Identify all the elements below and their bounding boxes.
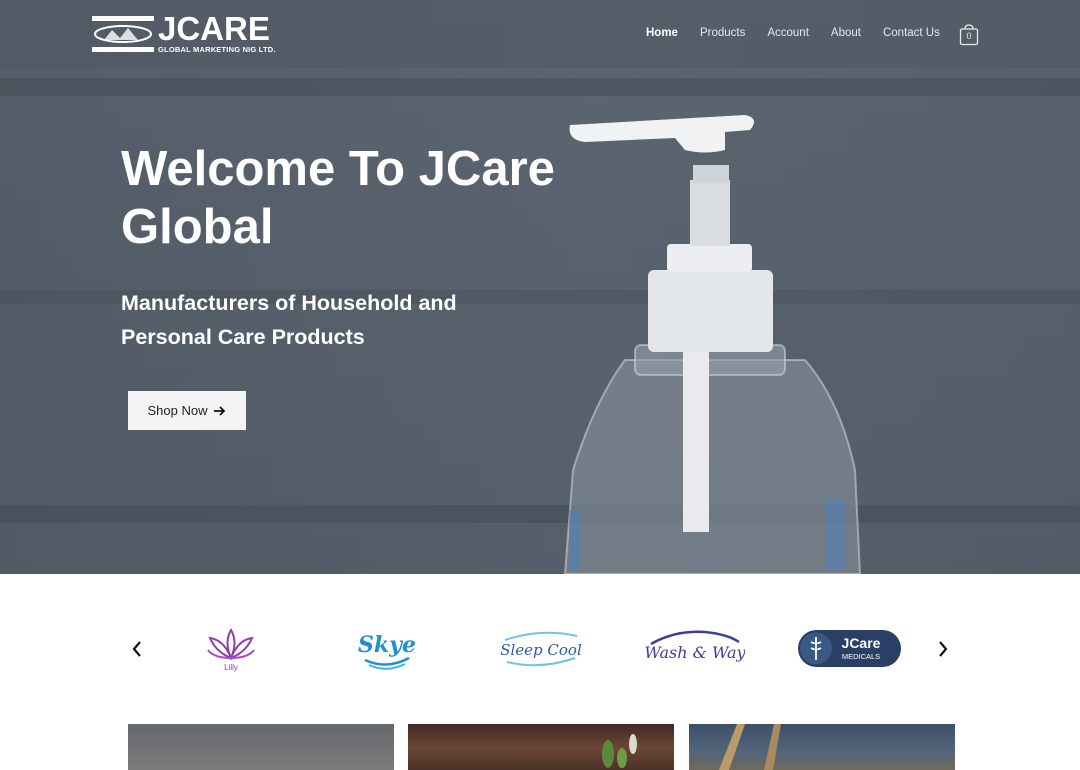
brand-name: Wash & Way	[645, 643, 745, 662]
brand-logo-skye[interactable]: Skye	[355, 624, 419, 674]
brand-name: Lilly	[224, 663, 238, 672]
product-card-image[interactable]	[689, 724, 955, 770]
plant-image	[602, 734, 637, 768]
brand-name: Skye	[358, 632, 416, 658]
brand-logo-sleep-cool[interactable]: Sleep Cool	[497, 624, 585, 674]
brand-sub: MEDICALS	[842, 652, 880, 661]
product-photo	[719, 724, 781, 770]
logo-emblem-icon	[92, 16, 154, 52]
nav-account[interactable]: Account	[767, 27, 809, 39]
logo-brand: JCARE	[158, 10, 270, 47]
pump-bottle-image	[563, 115, 862, 574]
product-card-image[interactable]	[128, 724, 394, 770]
site-header: JCARE GLOBAL MARKETING NIG LTD. Home Pro…	[0, 0, 1080, 68]
brand-carousel: Lilly Skye Sleep Cool Wash & Way JCare M…	[0, 574, 1080, 724]
site-logo[interactable]: JCARE GLOBAL MARKETING NIG LTD.	[92, 10, 282, 56]
sleep-cool-wordmark: Sleep Cool	[500, 631, 582, 667]
logo-tagline: GLOBAL MARKETING NIG LTD.	[158, 45, 276, 54]
lotus-icon: Lilly	[207, 628, 255, 672]
brand-logo-jcare-medicals[interactable]: JCare MEDICALS	[797, 624, 902, 674]
shop-now-button[interactable]: Shop Now	[128, 391, 246, 430]
brand-logo-lilly[interactable]: Lilly	[200, 624, 262, 674]
wash-way-wordmark: Wash & Way	[645, 630, 745, 662]
cart-button[interactable]: 0	[959, 24, 979, 46]
brand-logo-wash-way[interactable]: Wash & Way	[645, 624, 745, 674]
chevron-left-icon[interactable]	[131, 638, 143, 664]
arrow-right-icon	[214, 405, 226, 416]
cart-count: 0	[966, 31, 972, 41]
hero-section: JCARE GLOBAL MARKETING NIG LTD. Home Pro…	[0, 0, 1080, 574]
main-nav: Home Products Account About Contact Us	[646, 27, 962, 39]
hero-subtitle: Manufacturers of Household and Personal …	[121, 291, 457, 349]
nav-home[interactable]: Home	[646, 27, 678, 39]
nav-about[interactable]: About	[831, 27, 861, 39]
shop-now-label: Shop Now	[147, 403, 208, 418]
hero-title: Welcome To JCare Global	[121, 142, 555, 254]
brand-name: Sleep Cool	[500, 641, 582, 659]
skye-wordmark: Skye	[358, 632, 416, 670]
brand-name: JCare	[842, 635, 881, 651]
nav-products[interactable]: Products	[700, 27, 745, 39]
jcare-medicals-badge: JCare MEDICALS	[798, 630, 901, 667]
chevron-right-icon[interactable]	[937, 638, 949, 664]
product-card-image[interactable]	[408, 724, 674, 770]
nav-contact-us[interactable]: Contact Us	[883, 27, 940, 39]
